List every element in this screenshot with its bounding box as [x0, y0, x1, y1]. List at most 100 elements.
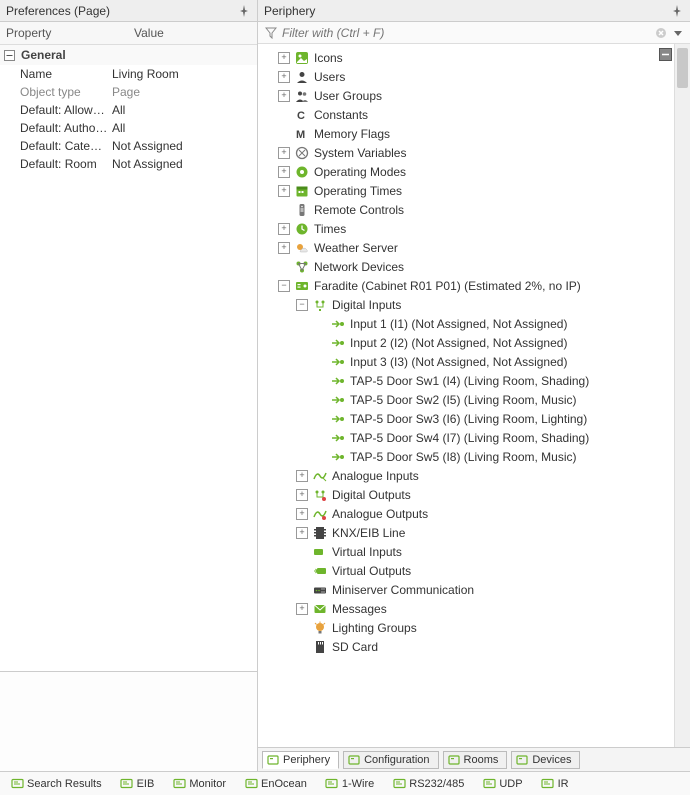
status-item[interactable]: 1-Wire: [319, 777, 380, 791]
property-key: Default: Allowed ...: [0, 103, 108, 117]
tree-spacer: [314, 337, 326, 349]
pin-icon[interactable]: [239, 5, 251, 17]
property-row[interactable]: Default: Allowed ...All: [0, 101, 257, 119]
tree-node[interactable]: Miniserver Communication: [260, 580, 690, 599]
tree-node[interactable]: +Weather Server: [260, 238, 690, 257]
property-value[interactable]: Page: [108, 85, 257, 99]
tree-node[interactable]: CConstants: [260, 105, 690, 124]
tree-node[interactable]: TAP-5 Door Sw2 (I5) (Living Room, Music): [260, 390, 690, 409]
tree-spacer: [296, 641, 308, 653]
tree-node[interactable]: TAP-5 Door Sw4 (I7) (Living Room, Shadin…: [260, 428, 690, 447]
property-value[interactable]: Not Assigned: [108, 139, 257, 153]
tree-node[interactable]: Lighting Groups: [260, 618, 690, 637]
tree-node[interactable]: +Messages: [260, 599, 690, 618]
status-item[interactable]: Monitor: [166, 777, 232, 791]
property-row[interactable]: Default: Authoris...All: [0, 119, 257, 137]
status-item[interactable]: IR: [535, 777, 575, 791]
tree-node[interactable]: Virtual Inputs: [260, 542, 690, 561]
expand-icon[interactable]: +: [278, 52, 290, 64]
expand-icon[interactable]: +: [278, 242, 290, 254]
status-item[interactable]: UDP: [476, 777, 528, 791]
status-item[interactable]: EIB: [114, 777, 161, 791]
tree-node[interactable]: Input 1 (I1) (Not Assigned, Not Assigned…: [260, 314, 690, 333]
expand-icon[interactable]: +: [278, 71, 290, 83]
tree-node[interactable]: TAP-5 Door Sw5 (I8) (Living Room, Music): [260, 447, 690, 466]
input-icon: [330, 430, 346, 446]
expand-icon[interactable]: +: [296, 489, 308, 501]
property-row[interactable]: NameLiving Room: [0, 65, 257, 83]
scrollbar-thumb[interactable]: [677, 48, 688, 88]
expand-icon[interactable]: +: [296, 603, 308, 615]
property-row[interactable]: Default: CategoryNot Assigned: [0, 137, 257, 155]
property-value[interactable]: Living Room: [108, 67, 257, 81]
tree-node[interactable]: +KNX/EIB Line: [260, 523, 690, 542]
sysvar-icon: [294, 145, 310, 161]
tree-node[interactable]: + Operating Times: [260, 181, 690, 200]
tree-node[interactable]: Input 2 (I2) (Not Assigned, Not Assigned…: [260, 333, 690, 352]
tree-node[interactable]: Remote Controls: [260, 200, 690, 219]
tree-node[interactable]: +User Groups: [260, 86, 690, 105]
tree-node-label: Digital Outputs: [332, 488, 411, 502]
collapse-icon[interactable]: −: [278, 280, 290, 292]
funnel-icon[interactable]: [265, 27, 277, 39]
tree-node[interactable]: Virtual Outputs: [260, 561, 690, 580]
filter-input[interactable]: [280, 24, 652, 42]
tree-node[interactable]: MMemory Flags: [260, 124, 690, 143]
tree-node-label: Times: [314, 222, 346, 236]
tree-node-label: TAP-5 Door Sw4 (I7) (Living Room, Shadin…: [350, 431, 589, 445]
tree-node[interactable]: TAP-5 Door Sw1 (I4) (Living Room, Shadin…: [260, 371, 690, 390]
tree-node[interactable]: + Times: [260, 219, 690, 238]
dropdown-icon[interactable]: [673, 28, 683, 38]
collapse-icon[interactable]: −: [296, 299, 308, 311]
expand-icon[interactable]: +: [278, 90, 290, 102]
property-value[interactable]: All: [108, 103, 257, 117]
tree-node-label: Operating Times: [314, 184, 402, 198]
status-item[interactable]: Search Results: [4, 777, 108, 791]
expand-icon[interactable]: +: [278, 185, 290, 197]
expand-icon[interactable]: +: [278, 147, 290, 159]
tree-node[interactable]: +Analogue Inputs: [260, 466, 690, 485]
input-icon: [330, 373, 346, 389]
preferences-detail-pane: [0, 671, 257, 771]
expand-icon[interactable]: +: [296, 470, 308, 482]
tree-node[interactable]: +Analogue Outputs: [260, 504, 690, 523]
tab-configuration[interactable]: Configuration: [343, 751, 438, 769]
status-item[interactable]: EnOcean: [238, 777, 313, 791]
tab-periphery[interactable]: Periphery: [262, 751, 339, 769]
property-value[interactable]: All: [108, 121, 257, 135]
status-item[interactable]: RS232/485: [386, 777, 470, 791]
tree-node[interactable]: + Digital Outputs: [260, 485, 690, 504]
expand-icon[interactable]: +: [278, 223, 290, 235]
tree-node[interactable]: Network Devices: [260, 257, 690, 276]
group-general[interactable]: General: [0, 45, 257, 65]
tree-scroll[interactable]: +Icons+Users+User GroupsCConstantsMMemor…: [258, 44, 690, 747]
tree-node[interactable]: SD Card: [260, 637, 690, 656]
property-row[interactable]: Object typePage: [0, 83, 257, 101]
tree-node[interactable]: +Operating Modes: [260, 162, 690, 181]
tree-spacer: [278, 128, 290, 140]
scrollbar[interactable]: [674, 44, 690, 747]
expand-icon[interactable]: +: [296, 527, 308, 539]
tree-node[interactable]: Input 3 (I3) (Not Assigned, Not Assigned…: [260, 352, 690, 371]
tree-node[interactable]: −Faradite (Cabinet R01 P01) (Estimated 2…: [260, 276, 690, 295]
tab-rooms[interactable]: Rooms: [443, 751, 508, 769]
tree-node[interactable]: TAP-5 Door Sw3 (I6) (Living Room, Lighti…: [260, 409, 690, 428]
clear-filter-icon[interactable]: [655, 27, 667, 39]
periphery-title: Periphery: [264, 4, 672, 18]
expand-icon[interactable]: +: [296, 508, 308, 520]
device-icon: [294, 278, 310, 294]
tree-spacer: [314, 451, 326, 463]
status-label: EIB: [137, 778, 155, 790]
expand-icon[interactable]: +: [278, 166, 290, 178]
tree-node[interactable]: +System Variables: [260, 143, 690, 162]
tree-spacer: [314, 413, 326, 425]
status-label: RS232/485: [409, 778, 464, 790]
tree-node[interactable]: +Users: [260, 67, 690, 86]
property-value[interactable]: Not Assigned: [108, 157, 257, 171]
pin-icon[interactable]: [672, 5, 684, 17]
collapse-all-icon[interactable]: [659, 48, 672, 61]
tab-devices[interactable]: Devices: [511, 751, 580, 769]
tree-node[interactable]: −Digital Inputs: [260, 295, 690, 314]
tree-node[interactable]: +Icons: [260, 48, 690, 67]
property-row[interactable]: Default: RoomNot Assigned: [0, 155, 257, 173]
